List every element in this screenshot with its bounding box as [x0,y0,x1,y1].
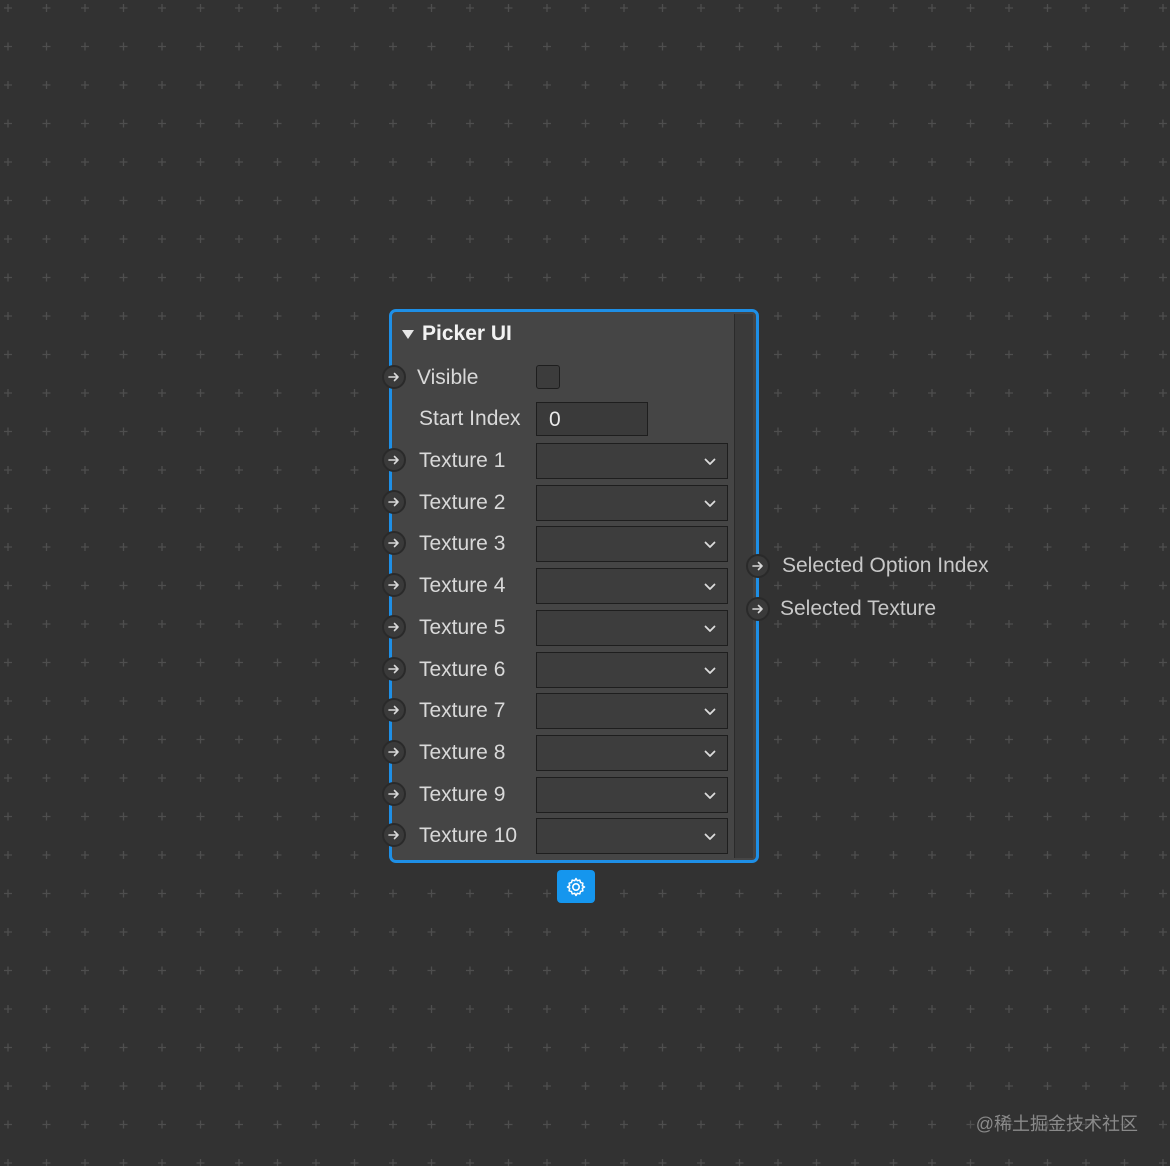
texture-7-label: Texture 7 [419,699,506,723]
node-header[interactable]: Picker UI [402,322,512,346]
arrow-right-icon [388,664,399,673]
arrow-right-icon [388,580,399,590]
gear-icon [566,877,586,896]
chevron-down-icon [704,708,716,716]
texture-row-3: Texture 3 [382,526,732,563]
chevron-down-icon [704,500,716,507]
texture-row-2: Texture 2 [382,484,732,521]
texture-5-label: Texture 5 [419,615,506,639]
texture-9-dropdown[interactable] [536,776,728,813]
start-index-input[interactable]: 0 [536,402,648,436]
texture-1-label: Texture 1 [419,449,506,472]
visible-row: Visible [382,360,732,396]
watermark: @稀土掘金技术社区 [975,1114,1138,1134]
node-settings-button[interactable] [557,870,595,903]
texture-1-dropdown[interactable] [536,443,728,479]
texture-3-dropdown[interactable] [536,526,728,563]
chevron-down-icon [704,667,716,674]
start-index-label: Start Index [419,407,521,430]
arrow-right-icon [388,705,399,715]
texture-5-input-port[interactable] [382,614,406,639]
texture-8-label: Texture 8 [419,740,506,764]
texture-6-label: Texture 6 [419,657,506,681]
texture-8-input-port[interactable] [382,739,406,764]
texture-row-10: Texture 10 [382,818,732,855]
texture-row-8: Texture 8 [382,734,732,771]
node-title: Picker UI [422,322,512,345]
texture-1-input-port[interactable] [382,448,406,472]
arrow-right-icon [388,830,399,840]
texture-row-5: Texture 5 [382,609,732,646]
visible-input-port[interactable] [382,365,406,389]
texture-10-input-port[interactable] [382,823,406,848]
arrow-right-icon [752,561,763,571]
texture-row-4: Texture 4 [382,568,732,605]
texture-row-6: Texture 6 [382,651,732,688]
texture-row-9: Texture 9 [382,776,732,813]
chevron-down-icon [704,583,716,590]
selected-texture-output-port[interactable] [746,597,770,621]
selected-option-index-output-port[interactable] [746,554,770,578]
picker-ui-node[interactable]: Picker UI Visible Start Index 0 Texture … [382,309,759,863]
texture-4-input-port[interactable] [382,573,406,598]
arrow-right-icon [388,622,399,632]
visible-label: Visible [417,366,479,389]
arrow-right-icon [752,604,763,614]
texture-2-input-port[interactable] [382,489,406,514]
texture-8-dropdown[interactable] [536,734,728,771]
visible-checkbox[interactable] [536,365,560,389]
texture-6-input-port[interactable] [382,656,406,681]
texture-10-label: Texture 10 [419,824,518,848]
texture-2-label: Texture 2 [419,490,506,514]
chevron-down-icon [704,792,716,799]
texture-7-dropdown[interactable] [536,693,728,730]
start-index-row: Start Index 0 [392,401,732,437]
texture-10-dropdown[interactable] [536,818,728,855]
arrow-right-icon [388,497,399,506]
chevron-down-icon [704,833,716,841]
arrow-right-icon [388,539,399,548]
texture-4-dropdown[interactable] [536,568,728,605]
texture-5-dropdown[interactable] [536,609,728,646]
texture-2-dropdown[interactable] [536,484,728,521]
texture-7-input-port[interactable] [382,698,406,723]
texture-row-1: Texture 1 [382,443,732,479]
node-scroll-rail[interactable] [734,314,753,858]
arrow-right-icon [388,789,399,798]
selected-texture-label: Selected Texture [780,597,937,620]
arrow-right-icon [388,372,399,382]
chevron-down-icon [704,458,716,465]
texture-row-7: Texture 7 [382,693,732,730]
texture-6-dropdown[interactable] [536,651,728,688]
texture-4-label: Texture 4 [419,574,506,598]
collapse-triangle-icon[interactable] [402,329,414,339]
chevron-down-icon [704,541,716,549]
texture-9-input-port[interactable] [382,781,406,806]
arrow-right-icon [388,747,399,757]
chevron-down-icon [704,625,716,632]
chevron-down-icon [704,750,716,757]
selected-option-index-label: Selected Option Index [782,554,989,577]
texture-3-label: Texture 3 [419,532,506,556]
texture-3-input-port[interactable] [382,531,406,556]
arrow-right-icon [388,455,399,465]
texture-9-label: Texture 9 [419,782,506,806]
